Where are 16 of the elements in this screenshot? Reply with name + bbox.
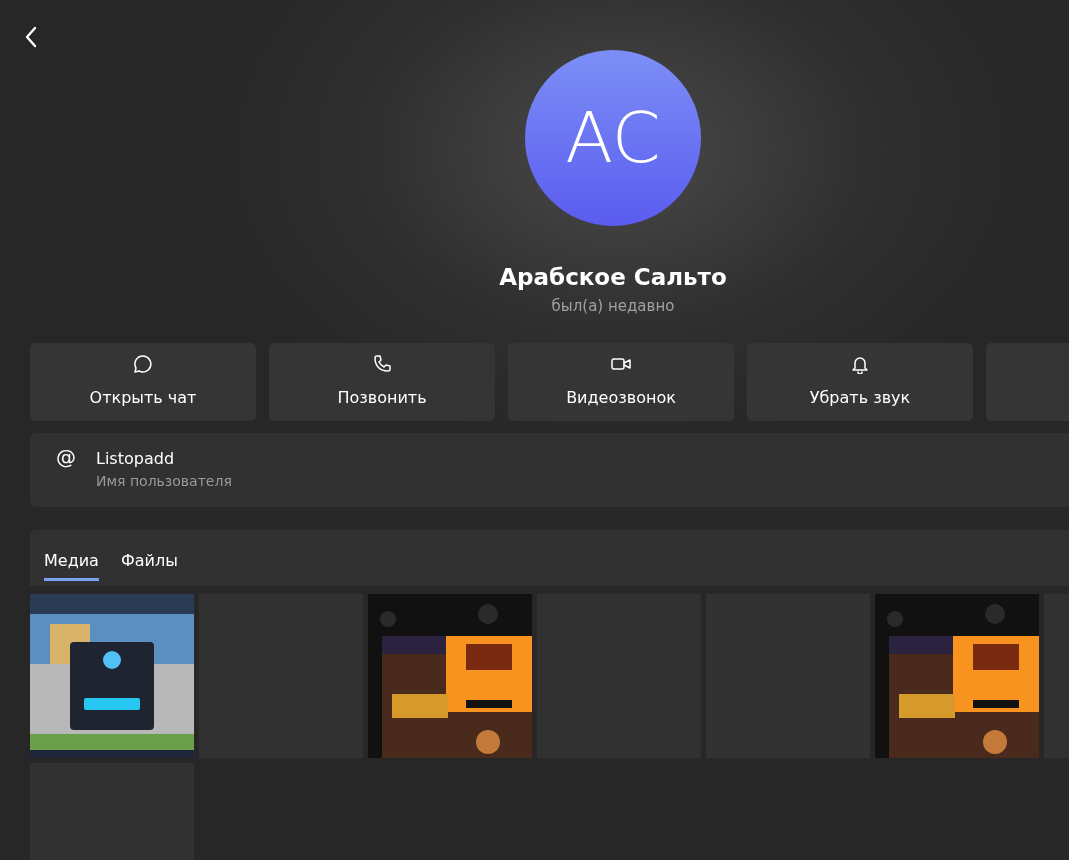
tab[interactable]: Файлы [120, 548, 178, 581]
tab[interactable]: Медиа [44, 548, 99, 581]
avatar: AC [525, 50, 701, 226]
action-button[interactable]: Открыть чат [30, 343, 256, 421]
last-seen-status: был(а) недавно [551, 295, 675, 317]
action-button[interactable]: Позвонить [269, 343, 495, 421]
action-button[interactable]: Убрать звук [747, 343, 973, 421]
contact-name: Арабское Сальто [499, 263, 727, 292]
action-button[interactable]: Видеозвонок [508, 343, 734, 421]
phone-icon [372, 354, 392, 374]
back-icon [24, 25, 38, 48]
username-caption: Имя пользователя [96, 472, 232, 491]
username: Listopadd [96, 448, 176, 470]
bell-icon [850, 354, 870, 374]
chat-bubble-icon [133, 354, 153, 374]
at-sign-icon: @ [56, 447, 76, 507]
